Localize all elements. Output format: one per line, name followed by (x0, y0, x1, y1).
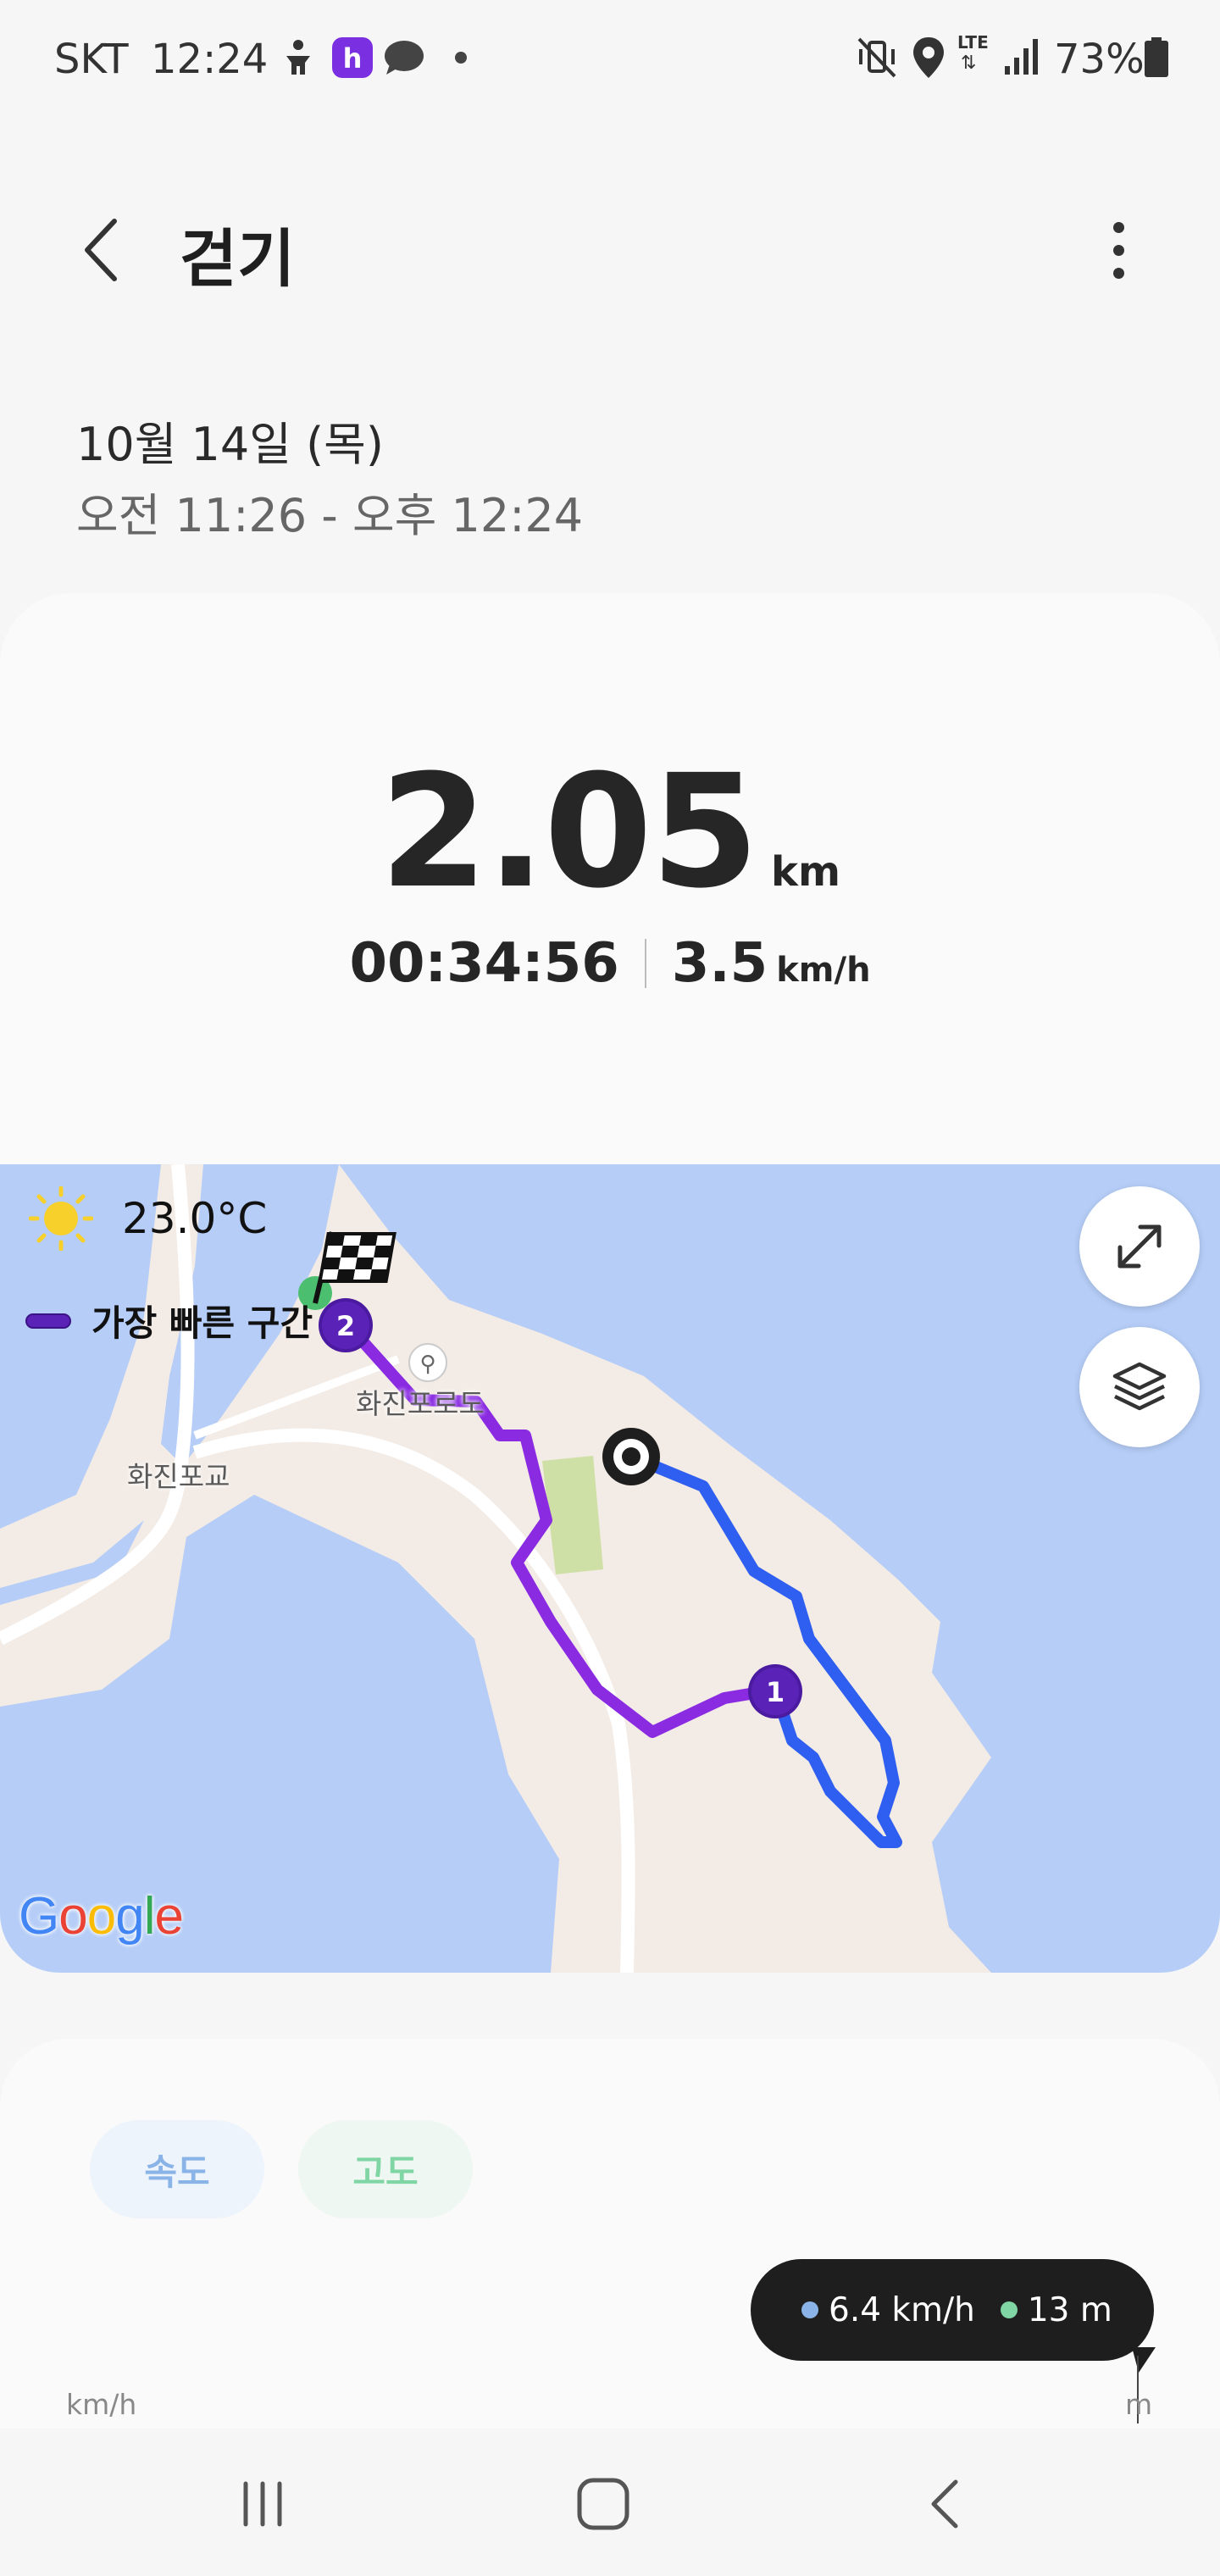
google-attribution: Google (19, 1887, 184, 1946)
layers-icon (1112, 1362, 1167, 1411)
nav-back-button[interactable] (886, 2457, 1005, 2551)
chart-tooltip: 6.4 km/h 13 m (751, 2259, 1154, 2361)
left-axis-unit: km/h (66, 2388, 137, 2421)
tooltip-pointer (1132, 2347, 1156, 2373)
map-place-label: 화진포교 (127, 1460, 230, 1493)
more-dot (1112, 244, 1124, 256)
location-icon (912, 36, 946, 83)
avg-speed-unit: km/h (776, 951, 871, 990)
home-icon (577, 2478, 629, 2530)
weather-info: 23.0°C (29, 1186, 267, 1251)
stats-row: 00:34:56 3.5 km/h (0, 932, 1220, 995)
duration-value: 00:34:56 (349, 932, 619, 995)
lap-marker-1: 1 (748, 1664, 802, 1718)
home-button[interactable] (544, 2457, 663, 2551)
svg-text:1: 1 (766, 1676, 785, 1708)
recents-icon (243, 2481, 282, 2527)
sun-icon (29, 1186, 93, 1251)
mute-vibrate-icon (857, 37, 896, 81)
speed-dot (801, 2301, 818, 2318)
route-map[interactable]: ⚲ 1 2 (0, 1164, 1220, 1973)
map-canvas: ⚲ 1 2 (0, 1164, 1220, 1973)
data-arrows-icon: ⇅ (961, 53, 977, 74)
map-place-label: 화진포로도 (356, 1387, 485, 1420)
page-title: 걷기 (180, 223, 296, 296)
legend-swatch (25, 1313, 71, 1329)
distance-value: 2.05 (380, 741, 759, 923)
more-vertical-icon (1112, 221, 1124, 233)
signal-icon (1003, 37, 1040, 80)
more-dot (1112, 267, 1124, 279)
lte-icon: LTE (957, 32, 989, 53)
health-app-icon: h (332, 37, 373, 81)
viewpoint-icon: ⚲ (408, 1343, 447, 1382)
back-icon (931, 2479, 958, 2529)
svg-text:⚲: ⚲ (419, 1352, 435, 1377)
notification-dot-icon (454, 51, 468, 68)
carrier-label: SKT (54, 36, 129, 83)
more-options-button[interactable] (1084, 208, 1152, 292)
temperature-label: 23.0°C (122, 1194, 268, 1243)
avg-speed-value: 3.5 (671, 932, 768, 995)
legend-label: 가장 빠른 구간 (92, 1302, 313, 1344)
start-marker-icon (602, 1428, 660, 1485)
lap-marker-2: 2 (319, 1298, 373, 1352)
clock: 12:24 (151, 36, 269, 83)
session-time-range: 오전 11:26 - 오후 12:24 (76, 489, 584, 542)
recents-button[interactable] (203, 2457, 322, 2551)
chevron-left-icon (85, 219, 117, 281)
expand-arrows-icon (1117, 1224, 1162, 1269)
right-axis-unit: m (1125, 2388, 1153, 2421)
tooltip-speed: 6.4 km/h (829, 2290, 975, 2329)
svg-text:2: 2 (336, 1310, 355, 1342)
map-layers-button[interactable] (1079, 1327, 1200, 1447)
map-legend: 가장 빠른 구간 (25, 1295, 313, 1346)
accessibility-icon (280, 37, 317, 81)
distance-unit: km (771, 848, 840, 896)
tooltip-altitude: 13 m (1027, 2290, 1112, 2329)
altitude-dot (1000, 2301, 1018, 2318)
chart-card (0, 2039, 1220, 2429)
battery-icon (1144, 37, 1169, 81)
svg-text:h: h (343, 42, 363, 75)
distance-row: 2.05 km (0, 754, 1220, 910)
back-button[interactable] (68, 203, 136, 297)
expand-map-button[interactable] (1079, 1186, 1200, 1307)
chat-icon (383, 39, 425, 80)
session-date: 10월 14일 (목) (76, 418, 384, 471)
battery-percent: 73% (1054, 36, 1145, 83)
speed-tab-chip[interactable]: 속도 (90, 2120, 264, 2218)
altitude-tab-chip[interactable]: 고도 (298, 2120, 473, 2218)
stats-divider (644, 939, 646, 988)
